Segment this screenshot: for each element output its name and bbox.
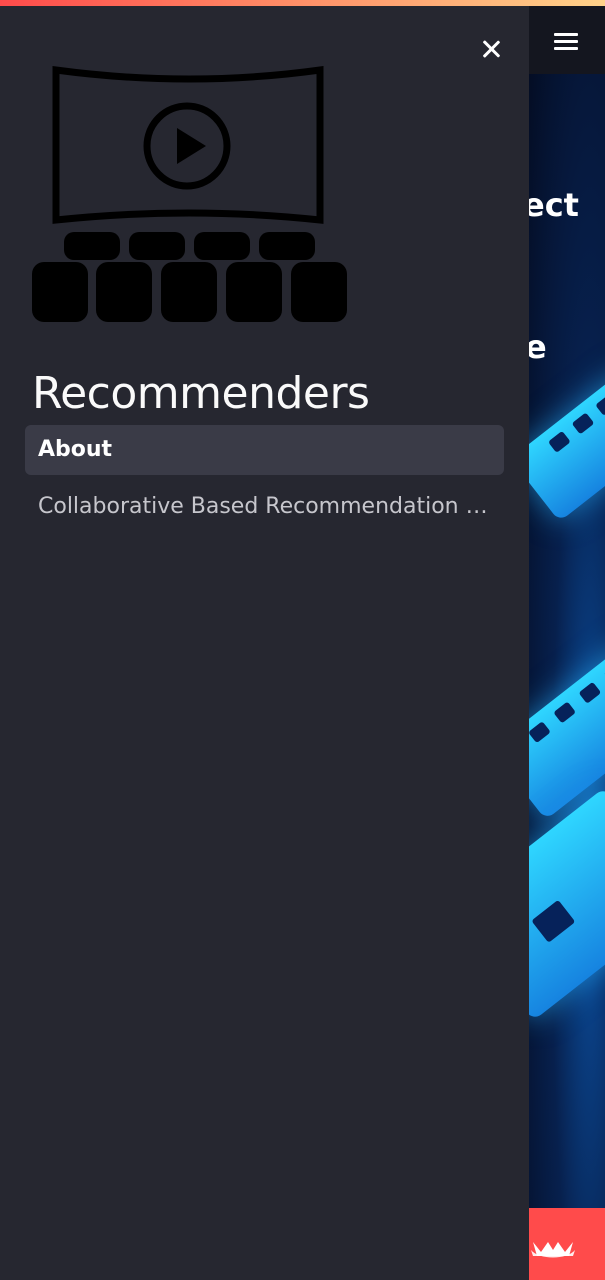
film-strip-graphic	[529, 638, 605, 820]
hamburger-menu-icon[interactable]	[554, 30, 580, 52]
banner-subheading-fragment: e	[529, 328, 547, 366]
close-icon[interactable]	[478, 36, 504, 62]
nav-item-about[interactable]: About	[25, 425, 504, 475]
sidebar-nav: About Collaborative Based Recommendation…	[25, 425, 504, 532]
top-decoration-bar	[0, 0, 605, 6]
banner-heading-fragment: ect	[529, 186, 579, 224]
cinema-screen-icon	[32, 66, 347, 322]
nav-item-collaborative-recommendation[interactable]: Collaborative Based Recommendation Syste…	[25, 482, 504, 532]
film-strip-graphic	[529, 787, 605, 1021]
sidebar: Recommenders About Collaborative Based R…	[0, 6, 529, 1280]
film-strip-graphic	[529, 366, 605, 522]
sidebar-title: Recommenders	[32, 368, 370, 419]
banner-image: ect e	[529, 74, 605, 1208]
